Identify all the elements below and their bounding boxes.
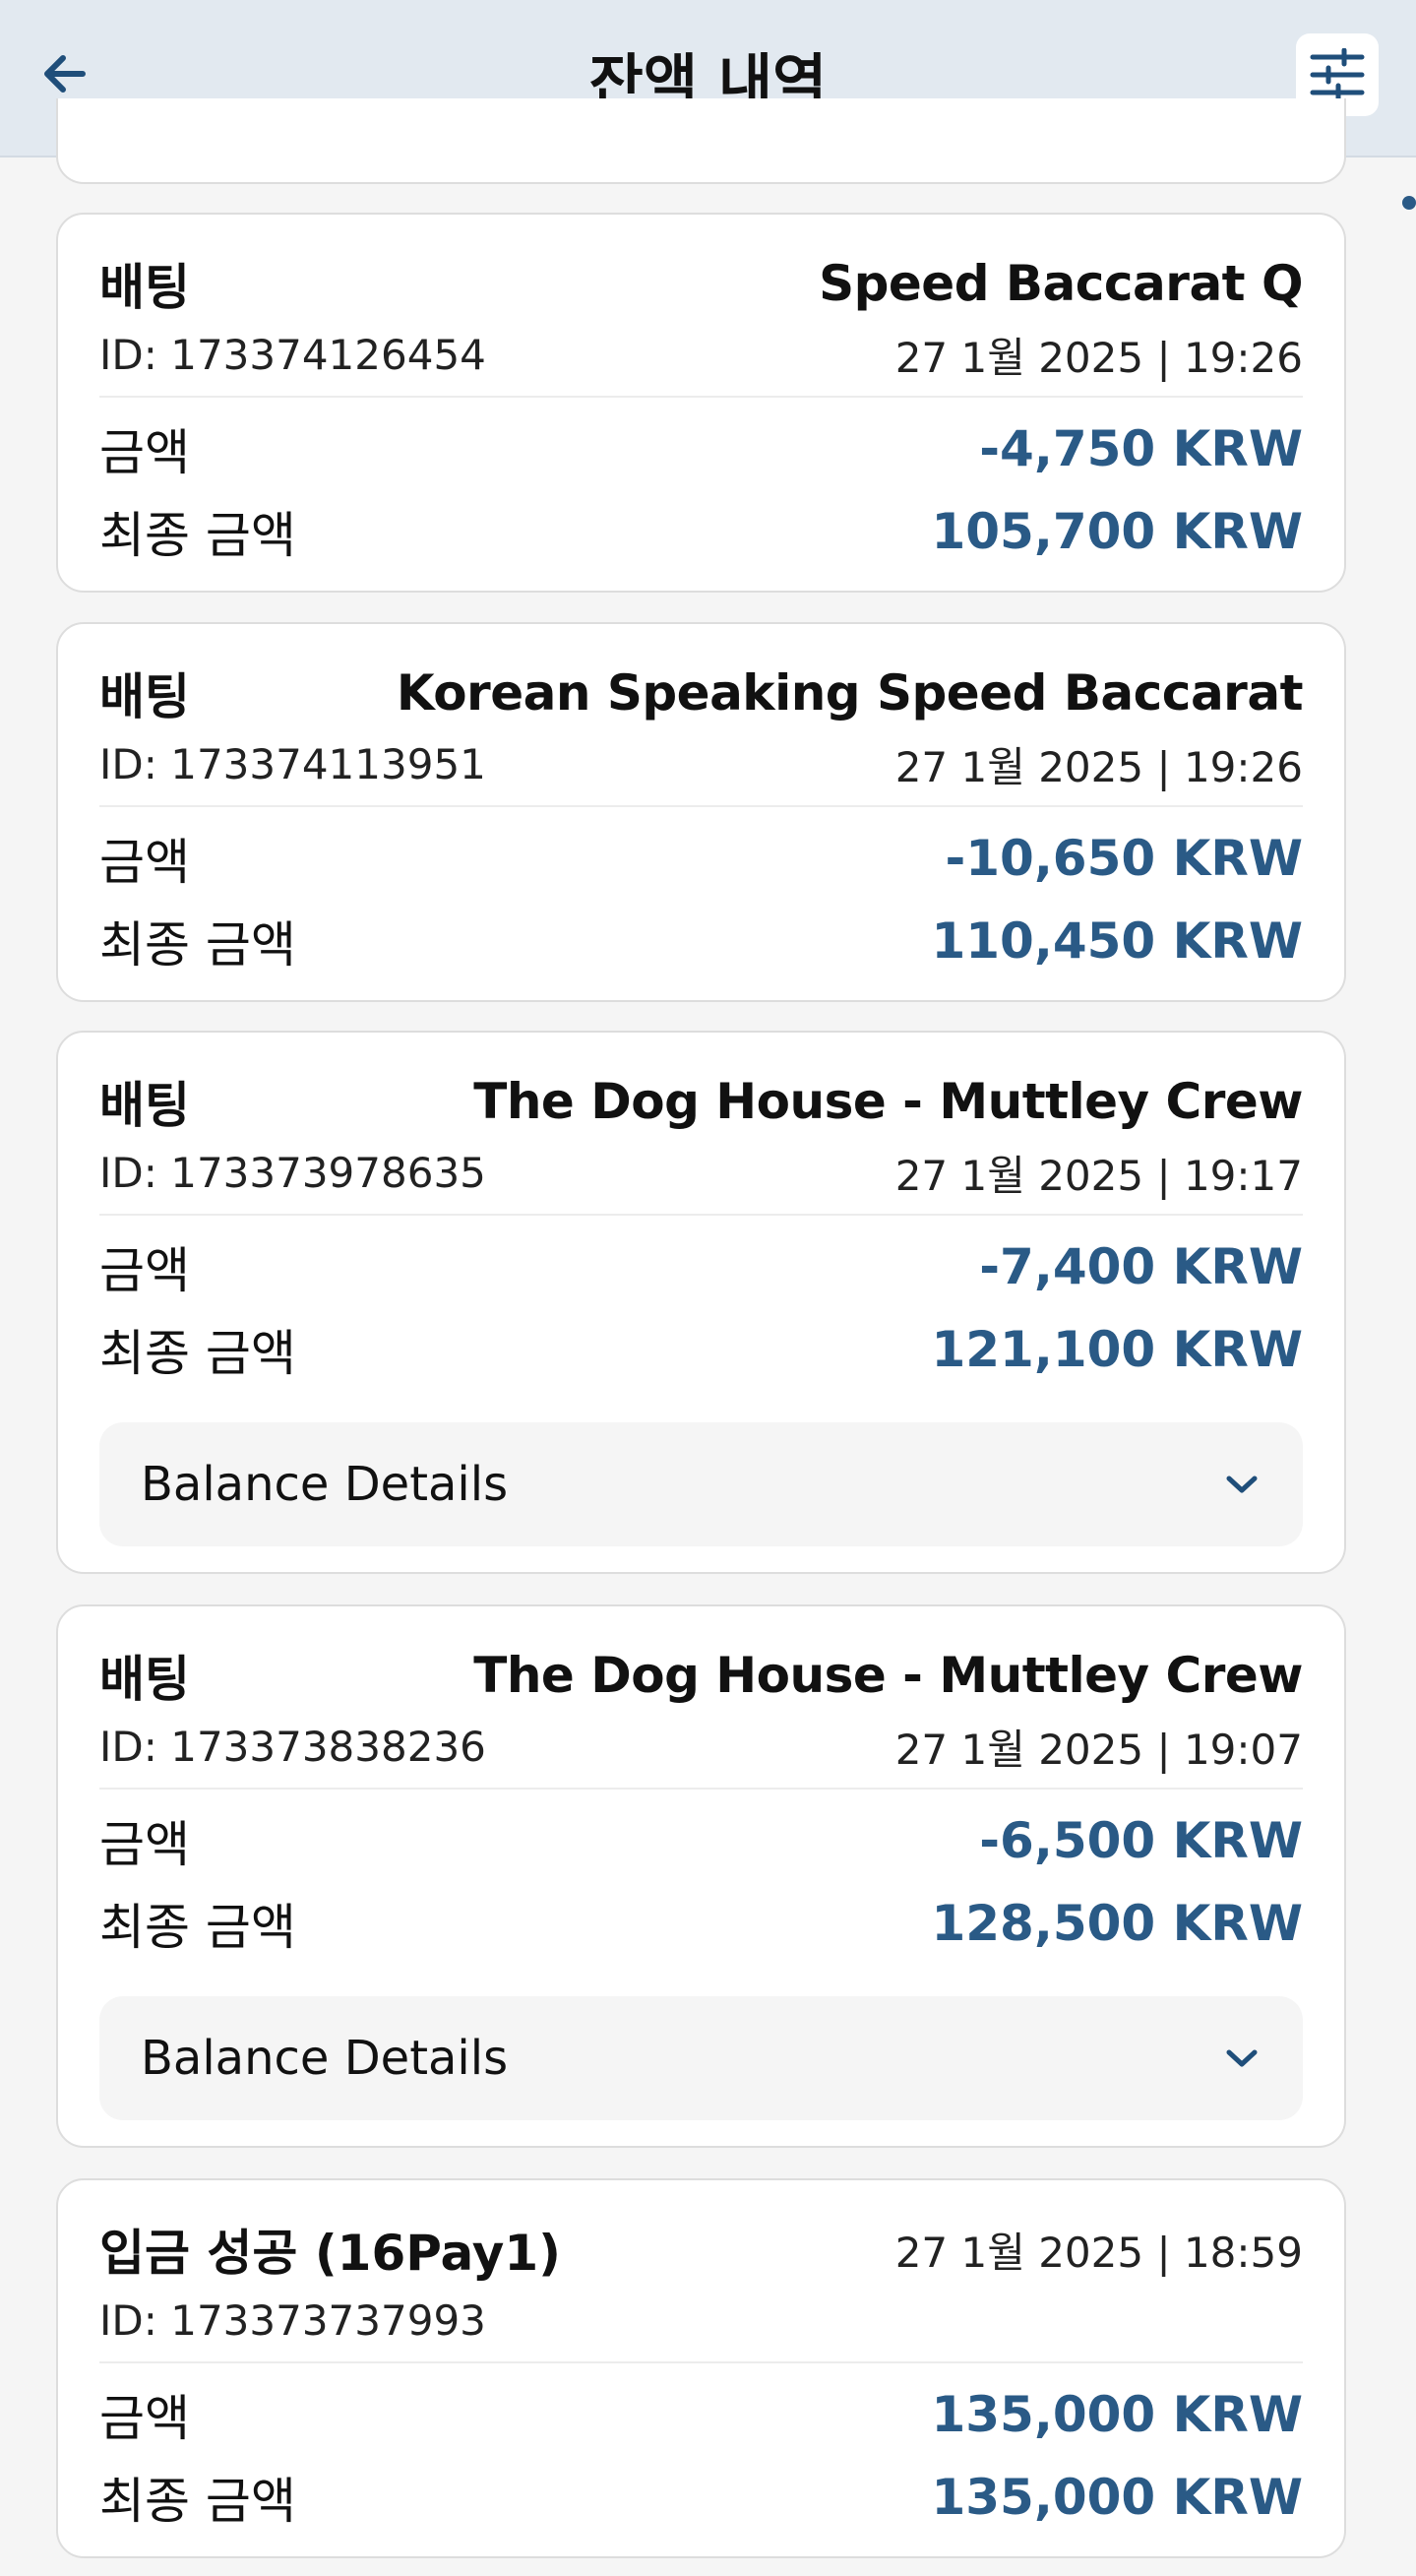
transaction-type: 배팅: [99, 668, 190, 725]
final-amount-value: 110,450 KRW: [931, 912, 1303, 970]
final-amount-value: 121,100 KRW: [931, 1321, 1303, 1378]
final-amount-label: 최종 금액: [99, 507, 296, 564]
transaction-id: ID: 173373978635: [99, 1148, 486, 1197]
transaction-id: ID: 173374126454: [99, 330, 486, 379]
divider: [99, 1788, 1303, 1790]
chevron-down-icon: [1222, 1465, 1262, 1504]
game-name: The Dog House - Muttley Crew: [473, 1073, 1303, 1130]
divider: [99, 2361, 1303, 2363]
divider: [99, 805, 1303, 807]
game-name: The Dog House - Muttley Crew: [473, 1647, 1303, 1704]
transaction-type: 배팅: [99, 1077, 190, 1134]
game-name: Korean Speaking Speed Baccarat: [396, 664, 1304, 722]
transaction-date: 27 1월 2025 | 19:26: [894, 333, 1303, 382]
transaction-date: 27 1월 2025 | 19:26: [894, 742, 1303, 791]
transaction-card: 배팅 Korean Speaking Speed Baccarat ID: 17…: [56, 622, 1346, 1002]
transaction-id: ID: 173373737993: [99, 2295, 486, 2345]
divider: [99, 1214, 1303, 1216]
transaction-type: 입금 성공 (16Pay1): [99, 2225, 561, 2282]
transaction-card: 배팅 The Dog House - Muttley Crew ID: 1733…: [56, 1604, 1346, 2148]
amount-label: 금액: [99, 834, 190, 891]
game-name: Speed Baccarat Q: [819, 255, 1303, 312]
transaction-id: ID: 173374113951: [99, 739, 486, 788]
chevron-down-icon: [1222, 2039, 1262, 2078]
amount-label: 금액: [99, 1242, 190, 1299]
divider: [99, 396, 1303, 398]
arrow-left-icon: [44, 55, 86, 93]
transaction-type: 배팅: [99, 259, 190, 316]
final-amount-label: 최종 금액: [99, 1899, 296, 1956]
sliders-icon: [1310, 48, 1365, 101]
amount-label: 금액: [99, 1816, 190, 1873]
transaction-card: 배팅 Speed Baccarat Q ID: 173374126454 27 …: [56, 213, 1346, 593]
transaction-card-partial: [56, 98, 1346, 184]
transaction-id: ID: 173373838236: [99, 1722, 486, 1771]
final-amount-label: 최종 금액: [99, 2473, 296, 2530]
balance-details-label: Balance Details: [141, 2031, 509, 2086]
amount-value: -10,650 KRW: [945, 830, 1303, 887]
balance-details-toggle[interactable]: Balance Details: [99, 1422, 1303, 1546]
amount-value: 135,000 KRW: [931, 2386, 1303, 2443]
amount-label: 금액: [99, 2390, 190, 2447]
transaction-date: 27 1월 2025 | 19:07: [894, 1725, 1303, 1774]
amount-value: -7,400 KRW: [979, 1238, 1303, 1295]
transaction-date: 27 1월 2025 | 18:59: [894, 2228, 1303, 2277]
balance-details-label: Balance Details: [141, 1457, 509, 1512]
amount-value: -4,750 KRW: [979, 420, 1303, 477]
final-amount-value: 105,700 KRW: [931, 503, 1303, 560]
transaction-date: 27 1월 2025 | 19:17: [894, 1151, 1303, 1200]
transaction-card: 입금 성공 (16Pay1) 27 1월 2025 | 18:59 ID: 17…: [56, 2178, 1346, 2558]
transaction-card: 배팅 The Dog House - Muttley Crew ID: 1733…: [56, 1031, 1346, 1574]
transaction-type: 배팅: [99, 1651, 190, 1708]
balance-details-toggle[interactable]: Balance Details: [99, 1996, 1303, 2120]
amount-value: -6,500 KRW: [979, 1812, 1303, 1869]
final-amount-label: 최종 금액: [99, 1325, 296, 1382]
amount-label: 금액: [99, 424, 190, 481]
scroll-indicator: [1402, 196, 1416, 210]
final-amount-value: 128,500 KRW: [931, 1895, 1303, 1952]
final-amount-label: 최종 금액: [99, 916, 296, 974]
final-amount-value: 135,000 KRW: [931, 2469, 1303, 2526]
